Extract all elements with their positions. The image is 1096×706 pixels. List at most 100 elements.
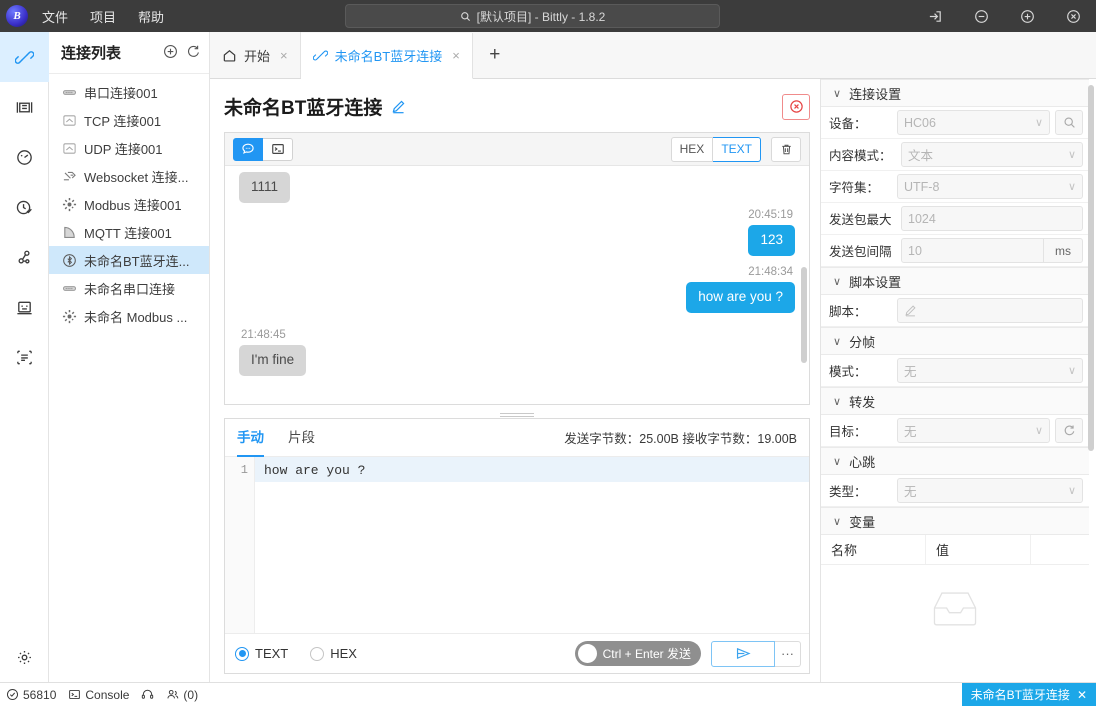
settings-group-header[interactable]: ∨转发 [821, 387, 1089, 415]
minimize-button[interactable] [958, 0, 1004, 32]
menu-item-project[interactable]: 项目 [88, 4, 118, 29]
editor-code-area[interactable]: how are you ? [255, 457, 809, 633]
sidebar-item-mock[interactable] [0, 282, 49, 332]
tab-manual[interactable]: 手动 [237, 419, 264, 457]
settings-field-script[interactable] [897, 298, 1083, 323]
close-button[interactable] [1050, 0, 1096, 32]
status-port[interactable]: 56810 [6, 688, 56, 702]
message-bubble[interactable]: how are you ? [686, 282, 795, 313]
connection-list-header: 连接列表 [49, 32, 209, 74]
settings-field-select[interactable]: HC06∨ [897, 110, 1050, 135]
status-console[interactable]: Console [68, 688, 129, 702]
settings-group-header[interactable]: ∨心跳 [821, 447, 1089, 475]
status-active-connection-chip[interactable]: 未命名BT蓝牙连接 ✕ [962, 683, 1096, 706]
clear-messages-button[interactable] [771, 137, 801, 162]
sidebar-item-timer[interactable] [0, 182, 49, 232]
sidebar-item-panel[interactable] [0, 82, 49, 132]
settings-field-select[interactable]: 无∨ [897, 358, 1083, 383]
inbox-icon [927, 587, 983, 629]
send-more-button[interactable]: ··· [775, 641, 801, 667]
shortcut-toggle[interactable]: Ctrl + Enter 发送 [575, 641, 701, 666]
settings-field-row: 发送包最大1024 [821, 203, 1089, 235]
disconnect-button[interactable] [782, 94, 810, 120]
settings-group-header[interactable]: ∨脚本设置 [821, 267, 1089, 295]
refresh-icon [1063, 424, 1076, 437]
tab-start-label: 开始 [244, 46, 270, 65]
send-icon [735, 646, 752, 661]
forward-refresh-button[interactable] [1055, 418, 1083, 443]
radio-hex-dot [310, 647, 324, 661]
status-active-connection-close[interactable]: ✕ [1077, 688, 1087, 702]
editor-line-1[interactable]: how are you ? [255, 457, 809, 482]
sidebar-item-connections[interactable] [0, 32, 49, 82]
status-headset[interactable] [141, 688, 154, 701]
menu-item-file[interactable]: 文件 [40, 4, 70, 29]
connection-list-item[interactable]: Modbus 连接001 [49, 190, 209, 218]
settings-scrollbar[interactable] [1088, 85, 1094, 676]
settings-field-select[interactable]: 无∨ [897, 418, 1050, 443]
panel-splitter[interactable] [224, 411, 810, 418]
message-bubble[interactable]: 123 [748, 225, 795, 256]
settings-field-select[interactable]: UTF-8∨ [897, 174, 1083, 199]
chevron-down-icon: ∨ [833, 455, 841, 468]
serial-icon [61, 280, 77, 296]
format-hex-button[interactable]: HEX [671, 137, 714, 162]
connection-list-item[interactable]: 未命名BT蓝牙连... [49, 246, 209, 274]
message-time: 21:48:34 [748, 266, 793, 278]
settings-field-select[interactable]: 无∨ [897, 478, 1083, 503]
settings-group-header[interactable]: ∨分帧 [821, 327, 1089, 355]
send-panel-tabs: 手动 片段 发送字节数：25.00B 接收字节数：19.00B [225, 419, 809, 457]
message-scrollbar[interactable] [801, 170, 807, 400]
new-tab-button[interactable]: + [473, 32, 517, 78]
search-icon [460, 11, 471, 22]
tab-start[interactable]: 开始 × [210, 32, 301, 78]
connection-list-item-label: 未命名串口连接 [84, 279, 175, 298]
message-panel: HEX TEXT 111120:45:1912321:48:34how are … [224, 132, 810, 405]
send-button[interactable] [711, 641, 775, 667]
message-scroll-area[interactable]: 111120:45:1912321:48:34how are you ?21:4… [225, 166, 809, 404]
connection-list-item[interactable]: TCP 连接001 [49, 106, 209, 134]
page-title-row: 未命名BT蓝牙连接 [224, 79, 810, 132]
settings-field-label: 发送包最大 [829, 209, 901, 228]
send-editor[interactable]: 1 how are you ? [225, 457, 809, 633]
radio-text[interactable]: TEXT [235, 646, 288, 661]
terminal-view-button[interactable] [263, 138, 293, 161]
sidebar-item-flow[interactable] [0, 232, 49, 282]
settings-field-label: 类型： [829, 481, 897, 500]
radio-hex[interactable]: HEX [310, 646, 357, 661]
settings-field-input[interactable]: 10 [901, 238, 1044, 263]
edit-title-button[interactable] [391, 99, 406, 114]
connection-list-item[interactable]: Websocket 连接... [49, 162, 209, 190]
settings-button[interactable] [0, 632, 49, 682]
settings-field-select[interactable]: 文本∨ [901, 142, 1083, 167]
message-bubble[interactable]: 1111 [239, 172, 290, 203]
maximize-icon [1020, 9, 1035, 24]
settings-group-header[interactable]: ∨变量 [821, 507, 1089, 535]
tab-bt-connection-close[interactable]: × [452, 48, 460, 63]
maximize-button[interactable] [1004, 0, 1050, 32]
message-bubble[interactable]: I'm fine [239, 345, 306, 376]
tab-snippets[interactable]: 片段 [288, 419, 315, 457]
settings-field-input[interactable]: 1024 [901, 206, 1083, 231]
menu-item-help[interactable]: 帮助 [136, 4, 166, 29]
app-window: B 文件 项目 帮助 [默认项目] - Bittly - 1.8.2 [0, 0, 1096, 706]
tab-start-close[interactable]: × [280, 48, 288, 63]
refresh-connections-button[interactable] [186, 44, 201, 62]
format-text-button[interactable]: TEXT [713, 137, 761, 162]
connection-list-item[interactable]: 未命名串口连接 [49, 274, 209, 302]
login-button[interactable] [912, 0, 958, 32]
device-search-button[interactable] [1055, 110, 1083, 135]
connection-list-item[interactable]: UDP 连接001 [49, 134, 209, 162]
connection-list-item[interactable]: 未命名 Modbus ... [49, 302, 209, 330]
chat-view-button[interactable] [233, 138, 263, 161]
sidebar-item-dashboard[interactable] [0, 132, 49, 182]
title-search-box[interactable]: [默认项目] - Bittly - 1.8.2 [345, 4, 720, 28]
connection-list-item-label: TCP 连接001 [84, 111, 161, 130]
settings-group-header[interactable]: ∨连接设置 [821, 79, 1089, 107]
sidebar-item-report[interactable] [0, 332, 49, 382]
status-users[interactable]: (0) [166, 688, 198, 702]
connection-list-item[interactable]: 串口连接001 [49, 78, 209, 106]
add-connection-button[interactable] [163, 44, 178, 62]
tab-bt-connection[interactable]: 未命名BT蓝牙连接 × [301, 33, 473, 79]
connection-list-item[interactable]: MQTT 连接001 [49, 218, 209, 246]
